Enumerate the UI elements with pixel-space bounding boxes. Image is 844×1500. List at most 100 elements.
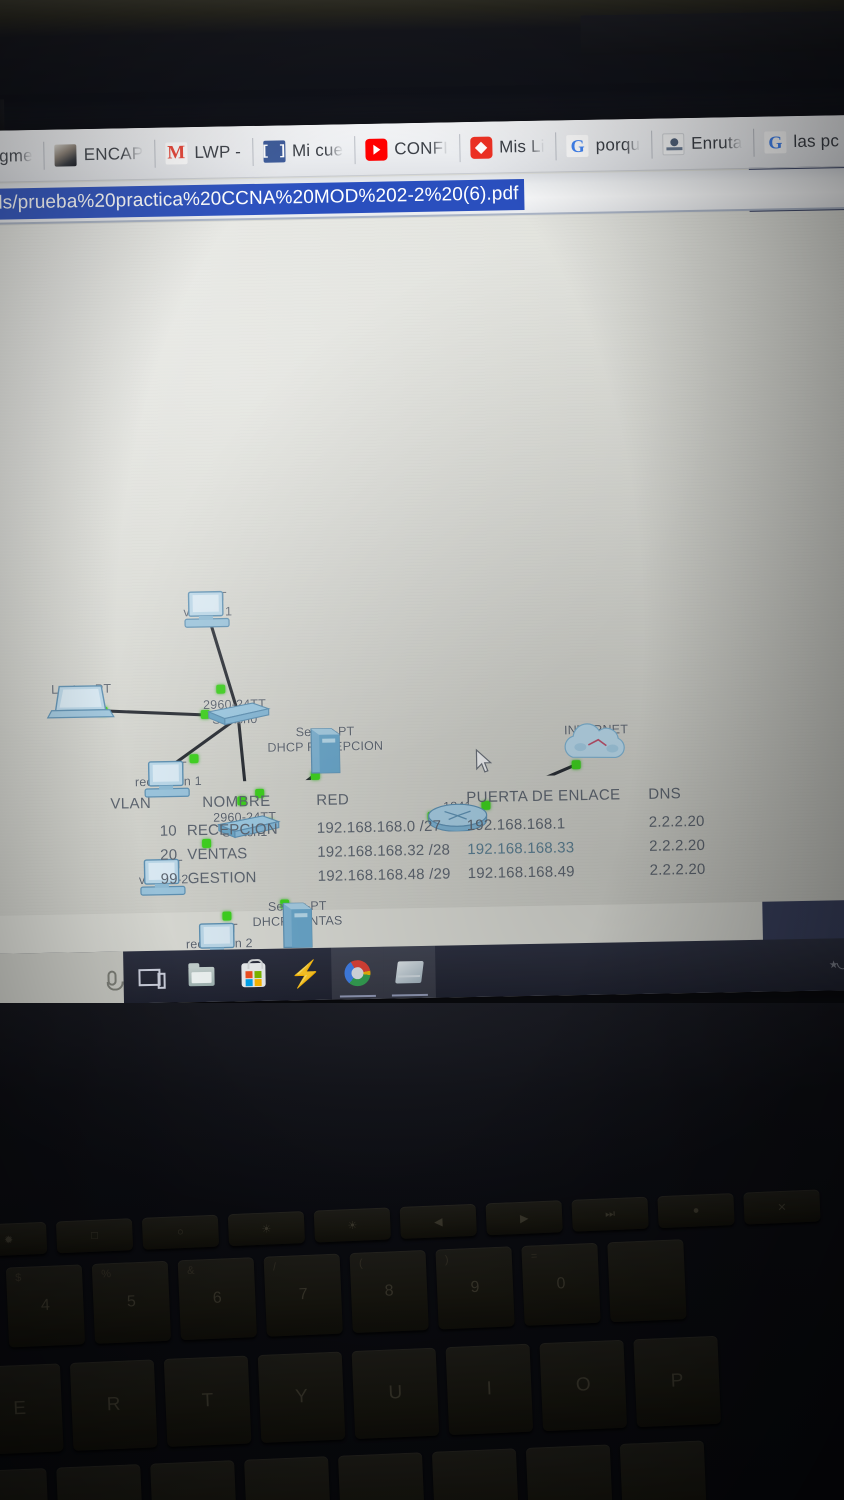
bookmark-item[interactable]: ◆ Mis Li <box>459 120 557 174</box>
photo-favicon <box>54 143 77 167</box>
bookmark-label: Enruta <box>690 132 743 153</box>
address-bar-value[interactable]: ads/prueba%20practica%20CCNA%20MOD%202-2… <box>0 178 525 220</box>
palmrest-glow <box>0 1003 844 1223</box>
key[interactable]: ✕ <box>743 1189 821 1225</box>
key[interactable] <box>244 1456 332 1500</box>
key-secondary-label: ) <box>444 1253 449 1267</box>
key[interactable]: P <box>633 1335 721 1428</box>
taskbar-item-microsoft-store[interactable] <box>227 949 280 1002</box>
bookmark-label: ENCAP <box>83 143 144 164</box>
chrome-icon <box>344 959 371 987</box>
bookmark-label: las pc <box>793 130 840 151</box>
keyboard-number-row: $ 4 % 5 & 6 / 7 ( 8 ) 9 = 0 <box>5 1239 697 1348</box>
laptop-base: ✹ □ ○ ☀ ☀ ◀ ▶ ⏭ ● ✕ $ 4 % 5 & 6 / 7 (8 … <box>0 1003 844 1500</box>
key[interactable]: / 7 <box>263 1253 343 1337</box>
key[interactable]: % 5 <box>91 1260 172 1344</box>
key[interactable]: ▶ <box>485 1200 563 1236</box>
key[interactable]: E <box>0 1363 64 1455</box>
key-secondary-label: / <box>272 1261 277 1274</box>
cell-red: 192.168.168.32 /28 <box>317 840 451 861</box>
key[interactable]: □ <box>55 1218 134 1254</box>
key[interactable] <box>619 1440 708 1500</box>
key[interactable]: I <box>445 1343 534 1436</box>
key-secondary-label: ( <box>358 1257 363 1270</box>
taskbar-item-lightning-app[interactable]: ⚡ <box>279 948 332 1001</box>
server-icon <box>310 728 341 774</box>
key-secondary-label: = <box>530 1250 538 1263</box>
taskbar-item-google-chrome[interactable] <box>331 946 384 1000</box>
bookmark-item[interactable]: ENCAP <box>43 127 155 181</box>
bookmark-item[interactable]: egme <box>0 129 44 182</box>
taskbar-item-task-view[interactable] <box>123 951 176 1004</box>
key[interactable]: & 6 <box>177 1257 257 1341</box>
device-internet-cloud[interactable]: INTERNET <box>554 722 638 759</box>
key[interactable]: ☀ <box>227 1211 306 1247</box>
column-header-red: RED <box>316 791 350 809</box>
key[interactable]: ☀ <box>313 1207 391 1243</box>
key[interactable] <box>525 1444 614 1500</box>
bookmark-label: porqu <box>595 134 641 155</box>
key[interactable]: ) 9 <box>435 1246 515 1330</box>
key[interactable] <box>56 1464 144 1500</box>
key[interactable] <box>607 1239 687 1323</box>
key[interactable]: R <box>69 1359 158 1451</box>
people-icon: ⭑◡ <box>828 954 844 974</box>
taskbar-item-file-explorer[interactable] <box>175 950 228 1003</box>
bookmark-item[interactable]: G porqu <box>555 118 651 172</box>
column-header-vlan: VLAN <box>110 794 152 813</box>
taskbar-item-packet-tracer[interactable] <box>383 945 436 999</box>
bookmark-item[interactable]: [ ] Mi cue <box>252 124 355 178</box>
bookmark-item[interactable]: G las pc <box>753 115 844 169</box>
pdf-page: PC-PT ventas 1 Laptop-PT Gestion <box>0 209 844 960</box>
key[interactable]: ● <box>657 1193 735 1229</box>
webcam-bump <box>580 8 844 56</box>
cell-vlan: 99 <box>160 869 178 888</box>
topology-links <box>100 623 577 786</box>
device-server-dhcp-recepcion[interactable]: Server-PT DHCP RECEPCION <box>265 724 386 774</box>
bookmark-item[interactable]: Enruta <box>651 116 754 170</box>
cell-dns: 2.2.2.20 <box>648 812 705 831</box>
cell-vlan: 20 <box>160 845 178 864</box>
column-header-dns: DNS <box>648 785 682 803</box>
cell-red: 192.168.168.48 /29 <box>317 864 451 885</box>
device-pc-ventas-1[interactable]: PC-PT ventas 1 <box>174 589 241 628</box>
bookmark-item[interactable]: CONFI <box>354 122 460 176</box>
windows-taskbar[interactable]: ⚡ ⭑◡ <box>0 937 844 1006</box>
key[interactable]: ⏭ <box>571 1196 649 1232</box>
link-led <box>222 911 232 921</box>
key-label: 9 <box>470 1278 480 1297</box>
key[interactable]: = 0 <box>521 1242 601 1326</box>
key[interactable]: $ 4 <box>5 1264 86 1348</box>
bookmark-item[interactable]: M LWP - <box>154 125 253 179</box>
taskbar-tray-people[interactable]: ⭑◡ <box>793 938 844 992</box>
key[interactable]: Y <box>257 1351 346 1443</box>
laptop-screen: egme ENCAP M LWP - [ ] Mi cue CONFI ◆ Mi… <box>0 114 844 1006</box>
laptop-keyboard[interactable]: ✹ □ ○ ☀ ☀ ◀ ▶ ⏭ ● ✕ $ 4 % 5 & 6 / 7 (8 … <box>0 1186 844 1500</box>
key[interactable] <box>150 1460 238 1500</box>
key[interactable]: T <box>163 1355 252 1447</box>
key[interactable] <box>0 1468 50 1500</box>
key[interactable] <box>337 1452 426 1500</box>
key-label: 7 <box>298 1285 309 1304</box>
device-switch0[interactable]: 2960-24TT Switch0 <box>194 697 275 728</box>
cloud-icon <box>564 723 625 759</box>
packet-tracer-icon <box>395 960 424 984</box>
lightning-bolt-icon: ⚡ <box>289 958 322 990</box>
key[interactable]: U <box>351 1347 440 1440</box>
key[interactable]: O <box>539 1339 628 1432</box>
key-secondary-label: $ <box>15 1271 22 1285</box>
pc-icon <box>184 590 230 628</box>
bookmark-label: Mis Li <box>498 136 545 156</box>
laptop-icon <box>46 685 115 719</box>
cell-vlan: 10 <box>159 821 178 840</box>
device-laptop-gestion[interactable]: Laptop-PT Gestion <box>43 682 120 719</box>
device-pc-recepcion-1[interactable]: PC-PT recepcion 1 <box>135 759 202 798</box>
key[interactable]: ◀ <box>399 1203 477 1239</box>
key[interactable]: ( 8 <box>349 1249 429 1334</box>
key-label: 6 <box>212 1289 223 1307</box>
key[interactable] <box>431 1448 520 1500</box>
google-icon: G <box>764 130 787 154</box>
device-server-dhcp-ventas[interactable]: Server-PT DHCP VENTAS <box>242 898 353 949</box>
key[interactable]: ✹ <box>0 1221 48 1257</box>
key[interactable]: ○ <box>141 1214 220 1250</box>
